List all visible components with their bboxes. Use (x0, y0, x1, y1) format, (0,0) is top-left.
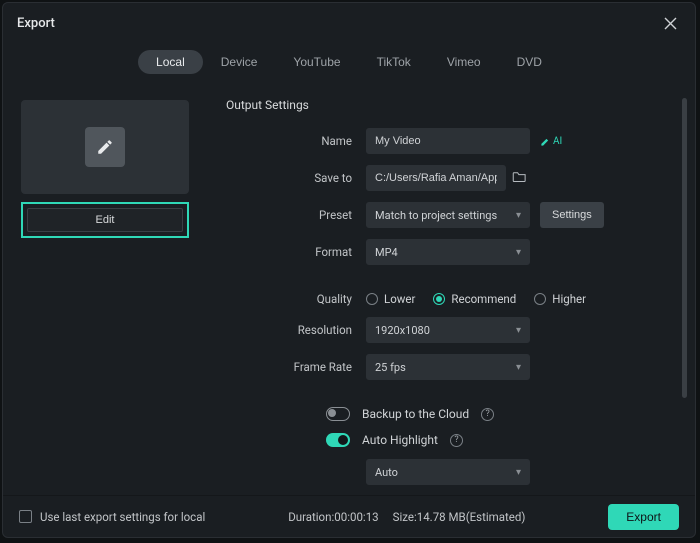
row-quality: Quality Lower Recommend Higher (226, 292, 677, 306)
auto-highlight-toggle[interactable] (326, 433, 350, 447)
export-tabs: Local Device YouTube TikTok Vimeo DVD (3, 44, 695, 84)
titlebar: Export (3, 3, 695, 44)
section-title: Output Settings (226, 98, 677, 112)
size-display: Size:14.78 MB(Estimated) (393, 510, 526, 524)
row-resolution: Resolution 1920x1080 ▾ (226, 317, 677, 343)
name-input[interactable] (366, 128, 530, 154)
row-frame-rate: Frame Rate 25 fps ▾ (226, 354, 677, 380)
label-name: Name (226, 134, 366, 148)
quality-higher-radio[interactable]: Higher (534, 292, 586, 306)
preview-column: Edit (21, 92, 196, 495)
tab-tiktok[interactable]: TikTok (359, 50, 429, 74)
label-backup-cloud: Backup to the Cloud (362, 407, 469, 421)
preset-select[interactable]: Match to project settings ▾ (366, 202, 530, 228)
row-preset: Preset Match to project settings ▾ Setti… (226, 202, 677, 228)
row-name: Name AI (226, 128, 677, 154)
pencil-ai-icon (540, 136, 551, 147)
resolution-value: 1920x1080 (375, 324, 430, 337)
chevron-down-icon: ▾ (516, 325, 521, 336)
save-to-input[interactable] (366, 165, 506, 191)
pencil-icon (96, 138, 114, 156)
chevron-down-icon: ▾ (516, 210, 521, 221)
dialog-title: Export (17, 16, 55, 31)
frame-rate-select[interactable]: 25 fps ▾ (366, 354, 530, 380)
thumbnail-placeholder (85, 127, 125, 167)
quality-recommend-radio[interactable]: Recommend (433, 292, 516, 306)
label-format: Format (226, 245, 366, 259)
row-save-to: Save to (226, 165, 677, 191)
radio-icon (534, 293, 546, 305)
label-save-to: Save to (226, 171, 366, 185)
radio-icon (366, 293, 378, 305)
help-icon[interactable]: ? (481, 408, 494, 421)
label-frame-rate: Frame Rate (226, 360, 366, 374)
tab-local[interactable]: Local (138, 50, 203, 74)
label-resolution: Resolution (226, 323, 366, 337)
format-select[interactable]: MP4 ▾ (366, 239, 530, 265)
row-auto-highlight-mode: Auto ▾ (226, 459, 677, 485)
use-last-settings-label: Use last export settings for local (40, 510, 205, 524)
browse-folder-button[interactable] (512, 170, 527, 186)
dialog-footer: Use last export settings for local Durat… (3, 495, 695, 537)
scrollbar[interactable] (682, 98, 687, 398)
video-thumbnail (21, 100, 189, 194)
radio-icon (433, 293, 445, 305)
tab-youtube[interactable]: YouTube (275, 50, 358, 74)
tab-dvd[interactable]: DVD (499, 50, 560, 74)
chevron-down-icon: ▾ (516, 247, 521, 258)
chevron-down-icon: ▾ (516, 362, 521, 373)
row-auto-highlight: Auto Highlight ? (226, 433, 677, 447)
use-last-settings-checkbox[interactable] (19, 510, 32, 523)
export-button[interactable]: Export (608, 504, 679, 530)
resolution-select[interactable]: 1920x1080 ▾ (366, 317, 530, 343)
folder-icon (512, 170, 527, 183)
close-icon (664, 17, 677, 30)
chevron-down-icon: ▾ (516, 467, 521, 478)
label-quality: Quality (226, 292, 366, 306)
format-value: MP4 (375, 246, 398, 259)
tab-vimeo[interactable]: Vimeo (429, 50, 499, 74)
help-icon[interactable]: ? (450, 434, 463, 447)
edit-highlight-frame: Edit (21, 202, 189, 238)
preset-settings-button[interactable]: Settings (540, 202, 604, 228)
backup-cloud-toggle[interactable] (326, 407, 350, 421)
label-auto-highlight: Auto Highlight (362, 433, 438, 447)
duration-display: Duration:00:00:13 (288, 510, 378, 524)
dialog-body: Edit Output Settings Name AI Save to (3, 84, 695, 495)
auto-highlight-mode-select[interactable]: Auto ▾ (366, 459, 530, 485)
tab-device[interactable]: Device (203, 50, 276, 74)
close-button[interactable] (660, 13, 681, 34)
preset-value: Match to project settings (375, 209, 497, 222)
label-preset: Preset (226, 208, 366, 222)
settings-column: Output Settings Name AI Save to (226, 92, 677, 495)
frame-rate-value: 25 fps (375, 361, 406, 374)
ai-name-button[interactable]: AI (540, 136, 562, 147)
quality-lower-radio[interactable]: Lower (366, 292, 415, 306)
row-format: Format MP4 ▾ (226, 239, 677, 265)
edit-button[interactable]: Edit (27, 208, 183, 232)
row-backup-cloud: Backup to the Cloud ? (226, 407, 677, 421)
auto-highlight-mode-value: Auto (375, 466, 398, 479)
export-dialog: Export Local Device YouTube TikTok Vimeo… (2, 2, 696, 538)
